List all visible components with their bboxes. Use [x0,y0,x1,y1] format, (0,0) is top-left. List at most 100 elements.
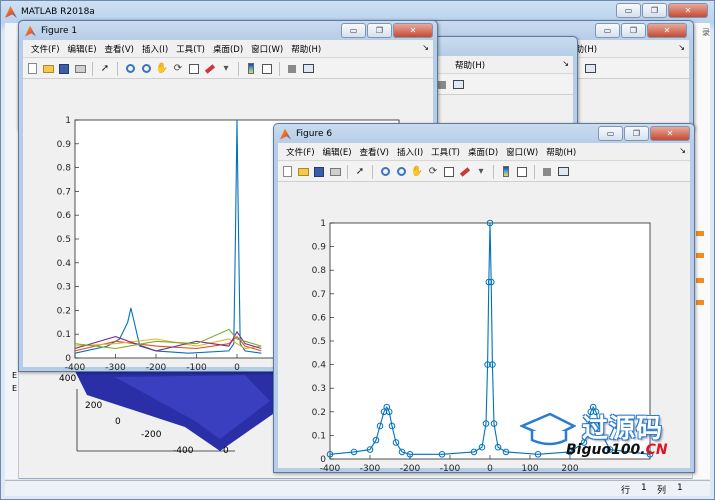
status-row-label: 行 [621,486,631,496]
legend-icon[interactable] [515,165,529,179]
new-file-icon[interactable] [25,62,39,76]
restore-button[interactable]: ❐ [367,23,392,38]
y-tick-label: 0.1 [57,330,71,340]
cursor-icon[interactable]: ➚ [353,165,367,179]
figure1-toolbar: ➚ ✋ ⟳ ▾ [23,59,433,79]
hide-tools-icon[interactable] [540,165,554,179]
y-tick-label: 0.5 [312,337,326,347]
print-icon[interactable] [73,62,87,76]
close-button[interactable]: ✕ [393,23,433,38]
panel-marker [696,300,704,305]
matlab-logo-icon [5,6,17,18]
menu-help[interactable]: 帮助(H) [542,146,580,158]
legend-icon[interactable] [260,62,274,76]
toolbar-separator [238,61,239,76]
close-button[interactable]: ✕ [647,23,687,38]
x-tick-label: -400 [320,464,341,474]
main-restore-button[interactable]: ❐ [642,3,667,18]
main-title-bar: MATLAB R2018a [5,4,95,20]
menu-help[interactable]: 帮助(H) [287,43,325,55]
dock-icon[interactable] [301,62,315,76]
y-tick-label: 0.2 [312,408,326,418]
open-folder-icon[interactable] [296,165,310,179]
menu-help[interactable]: 帮助(H) [451,59,489,71]
rotate-3d-icon[interactable]: ⟳ [171,62,185,76]
brush-icon[interactable] [203,62,217,76]
toolbar-separator [347,164,348,179]
menu-window[interactable]: 窗口(W) [502,146,542,158]
y-tick-label: 0.1 [312,431,326,441]
mesh-tick: -200 [141,430,162,440]
x-tick-label: -200 [400,464,421,474]
dock-icon[interactable] [556,165,570,179]
restore-button[interactable]: ❐ [621,23,646,38]
main-minimize-button[interactable]: ▭ [616,3,641,18]
menu-desktop[interactable]: 桌面(D) [464,146,502,158]
colorbar-icon[interactable] [244,62,258,76]
status-col-label: 列 [657,486,667,496]
dock-arrow-icon[interactable]: ↘ [562,59,569,68]
dock-arrow-icon[interactable]: ↘ [679,146,686,155]
matlab-figure-icon [25,25,36,37]
hide-tools-icon[interactable] [285,62,299,76]
toolbar-separator [279,61,280,76]
dock-arrow-icon[interactable]: ↘ [678,43,685,52]
pan-hand-icon[interactable]: ✋ [410,165,424,179]
main-window-controls: ▭ ❐ ✕ [616,3,708,18]
new-file-icon[interactable] [280,165,294,179]
rotate-3d-icon[interactable]: ⟳ [426,165,440,179]
restore-button[interactable]: ❐ [624,126,649,141]
menu-edit[interactable]: 编辑(E) [319,146,356,158]
y-tick-label: 0.4 [57,259,72,269]
matlab-figure-icon [280,128,291,140]
y-tick-label: 0.9 [312,243,327,253]
print-icon[interactable] [328,165,342,179]
zoom-out-icon[interactable] [394,165,408,179]
dock-icon[interactable] [583,62,597,76]
link-icon[interactable]: ▾ [474,165,488,179]
zoom-in-icon[interactable] [378,165,392,179]
menu-edit[interactable]: 编辑(E) [64,43,101,55]
y-tick-label: 0.8 [312,266,327,276]
minimize-button[interactable]: ▭ [341,23,366,38]
toolbar-separator [493,164,494,179]
colorbar-icon[interactable] [499,165,513,179]
menu-window[interactable]: 窗口(W) [247,43,287,55]
mesh-tick: 400 [59,374,76,384]
minimize-button[interactable]: ▭ [598,126,623,141]
mesh-plot-background: 400 200 0 -200 -400 0 [59,371,283,456]
y-tick-label: 0.7 [312,290,326,300]
panel-marker [696,278,704,283]
main-close-button[interactable]: ✕ [668,3,708,18]
dock-icon[interactable] [451,78,465,92]
pan-hand-icon[interactable]: ✋ [155,62,169,76]
menu-file[interactable]: 文件(F) [282,146,319,158]
menu-view[interactable]: 查看(V) [356,146,393,158]
open-folder-icon[interactable] [41,62,55,76]
toolbar-separator [372,164,373,179]
x-tick-label: -200 [146,363,167,373]
menu-file[interactable]: 文件(F) [27,43,64,55]
brush-icon[interactable] [458,165,472,179]
data-cursor-icon[interactable] [187,62,201,76]
dock-arrow-icon[interactable]: ↘ [422,43,429,52]
figure1-title-bar: Figure 1 [25,24,77,38]
link-icon[interactable]: ▾ [219,62,233,76]
data-cursor-icon[interactable] [442,165,456,179]
menu-desktop[interactable]: 桌面(D) [209,43,247,55]
close-button[interactable]: ✕ [650,126,690,141]
menu-insert[interactable]: 插入(I) [393,146,427,158]
zoom-in-icon[interactable] [123,62,137,76]
minimize-button[interactable]: ▭ [595,23,620,38]
menu-tools[interactable]: 工具(T) [172,43,209,55]
menu-tools[interactable]: 工具(T) [427,146,464,158]
cursor-icon[interactable]: ➚ [98,62,112,76]
menu-view[interactable]: 查看(V) [101,43,138,55]
menu-insert[interactable]: 插入(I) [138,43,172,55]
x-tick-label: 0 [487,464,493,474]
y-tick-label: 0.3 [312,384,326,394]
zoom-out-icon[interactable] [139,62,153,76]
y-tick-label: 0.6 [312,313,327,323]
save-icon[interactable] [312,165,326,179]
save-icon[interactable] [57,62,71,76]
